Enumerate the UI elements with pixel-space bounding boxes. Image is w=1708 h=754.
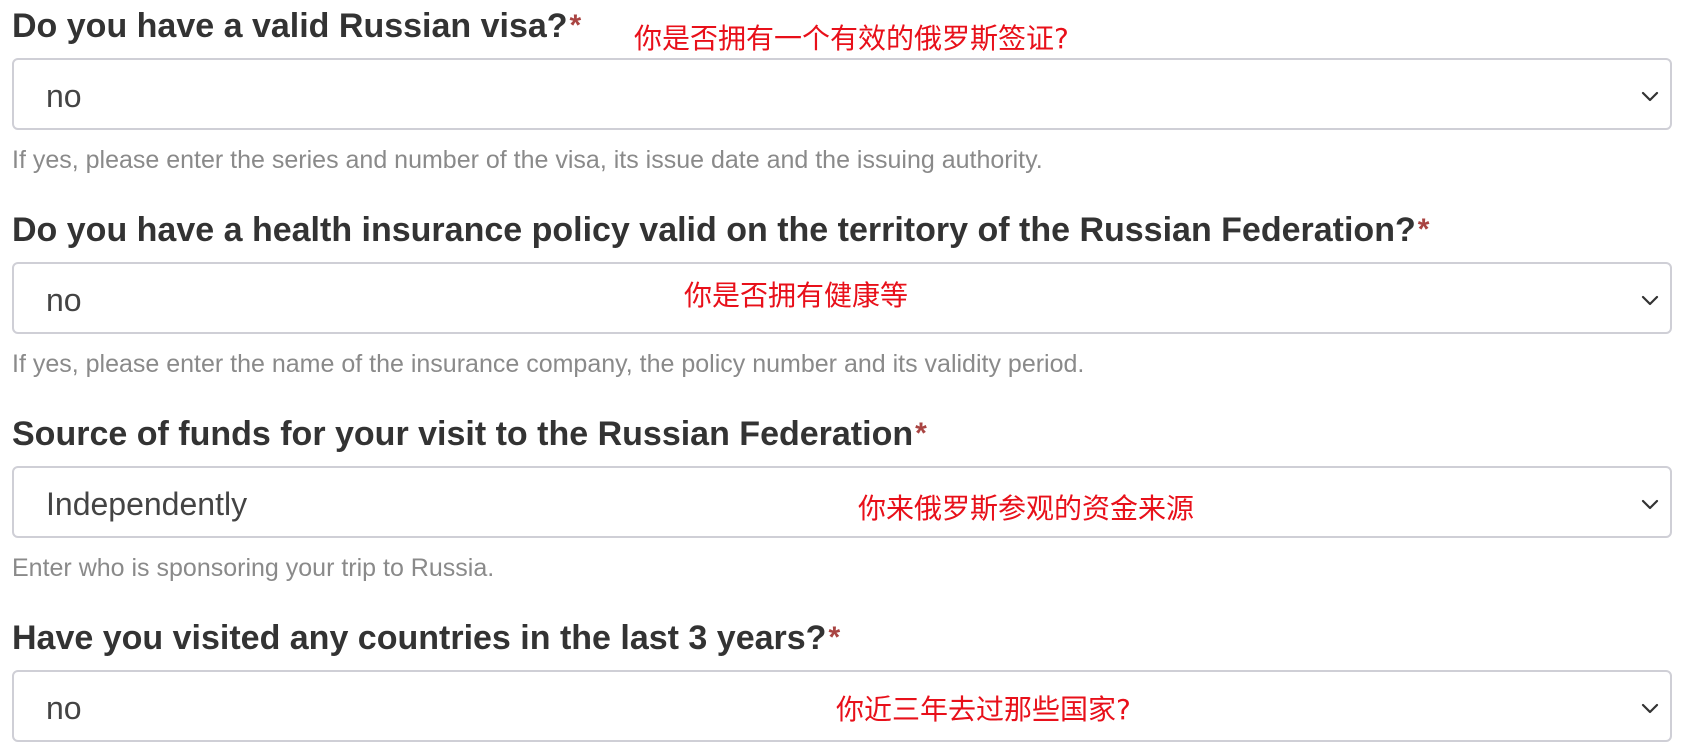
- insurance-question-label: Do you have a health insurance policy va…: [12, 210, 1429, 250]
- countries-question-text: Have you visited any countries in the la…: [12, 619, 827, 657]
- funds-question-label: Source of funds for your visit to the Ru…: [12, 414, 927, 454]
- countries-required-mark: *: [828, 621, 841, 654]
- visa-help-text: If yes, please enter the series and numb…: [12, 146, 1043, 174]
- funds-select-value: Independently: [46, 486, 248, 522]
- visa-question-label: Do you have a valid Russian visa?*: [12, 6, 581, 46]
- insurance-help-text: If yes, please enter the name of the ins…: [12, 350, 1085, 378]
- insurance-annotation: 你是否拥有健康等: [684, 279, 909, 312]
- visa-select-value: no: [46, 78, 82, 114]
- countries-annotation: 你近三年去过那些国家?: [836, 693, 1131, 726]
- visa-select[interactable]: no: [12, 58, 1672, 130]
- funds-help-text: Enter who is sponsoring your trip to Rus…: [12, 554, 495, 582]
- insurance-select-value: no: [46, 282, 82, 318]
- insurance-required-mark: *: [1417, 213, 1430, 246]
- countries-question-label: Have you visited any countries in the la…: [12, 618, 840, 658]
- chevron-down-icon: [1640, 290, 1660, 310]
- funds-annotation: 你来俄罗斯参观的资金来源: [858, 492, 1195, 525]
- visa-annotation: 你是否拥有一个有效的俄罗斯签证?: [634, 22, 1069, 55]
- visa-question-text: Do you have a valid Russian visa?: [12, 7, 568, 45]
- chevron-down-icon: [1640, 698, 1660, 718]
- funds-question-text: Source of funds for your visit to the Ru…: [12, 415, 914, 453]
- funds-required-mark: *: [915, 417, 927, 450]
- chevron-down-icon: [1640, 86, 1660, 106]
- countries-select-value: no: [46, 690, 82, 726]
- funds-select[interactable]: Independently: [12, 466, 1672, 538]
- visa-required-mark: *: [569, 9, 582, 42]
- chevron-down-icon: [1640, 494, 1660, 514]
- insurance-question-text: Do you have a health insurance policy va…: [12, 211, 1416, 249]
